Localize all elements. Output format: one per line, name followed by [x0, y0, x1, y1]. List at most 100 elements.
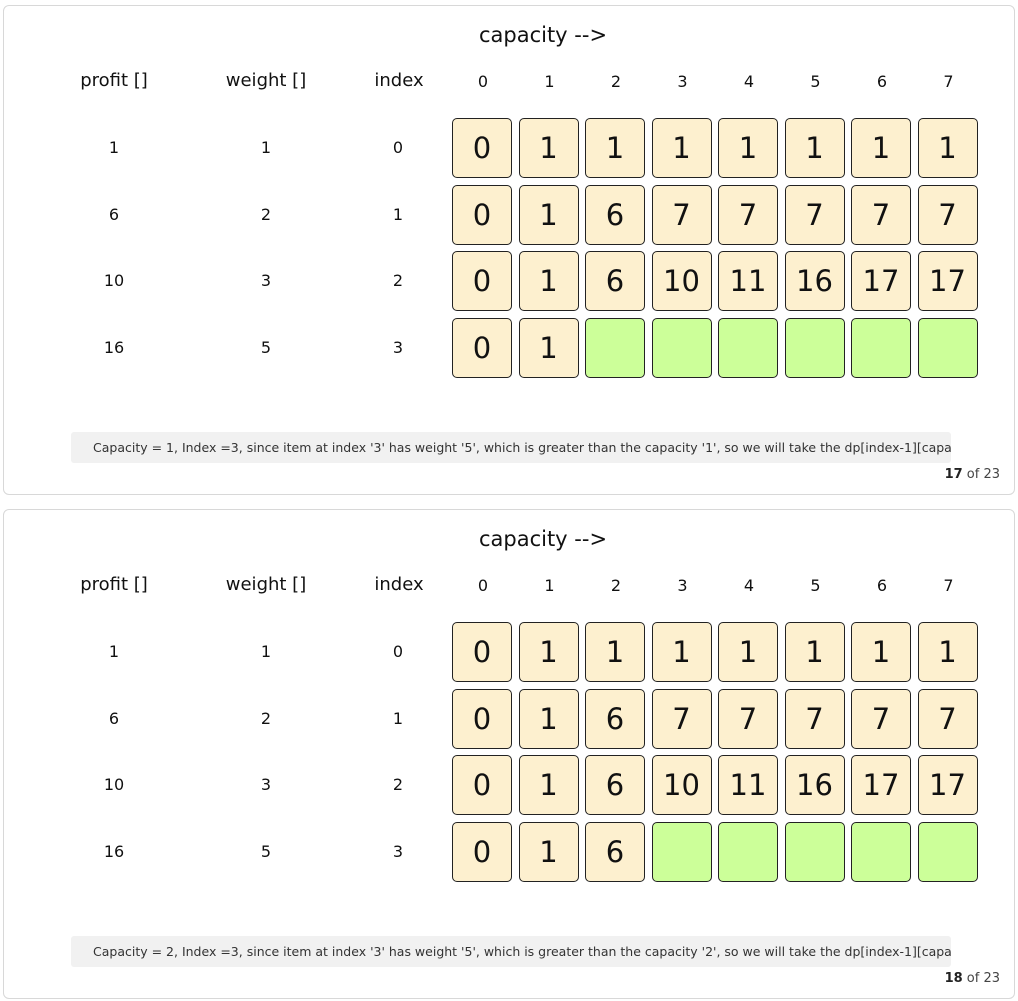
slide-18: capacity --> profit [] weight [] index 0 1 2 3 4… [3, 509, 1015, 999]
dp-cell: 1 [651, 118, 712, 178]
dp-cell: 7 [851, 688, 911, 749]
dp-cell: 0 [452, 118, 512, 178]
index-value: 3 [392, 337, 404, 357]
dp-cell: 7 [784, 688, 845, 749]
weight-value: 2 [260, 708, 272, 728]
dp-cell: 1 [585, 118, 645, 178]
index-value: 1 [392, 204, 404, 224]
dp-cell: 1 [851, 622, 911, 682]
index-value: 2 [392, 775, 404, 794]
dp-cell [917, 317, 978, 378]
capacity-number: 2 [610, 72, 622, 91]
dp-cell: 6 [585, 688, 645, 749]
weight-value: 5 [260, 841, 272, 861]
dp-cell: 17 [917, 755, 978, 815]
index-header: index [374, 70, 424, 91]
dp-cell: 6 [585, 755, 645, 815]
index-value: 1 [392, 708, 404, 728]
index-value: 2 [392, 271, 404, 290]
dp-cell: 10 [651, 755, 712, 815]
dp-cell: 0 [452, 251, 512, 311]
slide-counter: 17 of 23 [945, 467, 1000, 482]
dp-cell: 7 [651, 688, 712, 749]
capacity-number: 3 [677, 72, 688, 91]
current-slide-number: 18 [944, 971, 963, 986]
dp-cell: 1 [917, 622, 978, 682]
dp-cell: 1 [917, 118, 978, 178]
profit-value: 6 [108, 204, 120, 224]
dp-cell: 0 [452, 184, 512, 245]
dp-cell: 1 [518, 317, 579, 378]
index-value: 0 [392, 138, 404, 157]
dp-cell: 17 [851, 755, 911, 815]
dp-cell: 6 [585, 821, 645, 882]
capacity-number: 5 [810, 72, 821, 91]
weight-value: 1 [260, 138, 272, 157]
dp-cell: 1 [518, 688, 579, 749]
profit-value: 10 [103, 775, 125, 794]
profit-value: 10 [103, 271, 125, 290]
dp-cell: 1 [651, 622, 712, 682]
dp-cell: 6 [585, 251, 645, 311]
dp-cell: 7 [851, 184, 911, 245]
dp-cell [851, 821, 911, 882]
dp-cell: 1 [718, 622, 778, 682]
dp-cell: 0 [452, 317, 512, 378]
profit-value: 1 [108, 642, 120, 661]
dp-cell: 1 [518, 251, 579, 311]
dp-cell: 17 [917, 251, 978, 311]
dp-cell [718, 317, 778, 378]
total-slides: of 23 [962, 467, 1000, 482]
capacity-number: 2 [610, 576, 622, 595]
profit-value: 6 [108, 708, 120, 728]
profit-value: 1 [108, 138, 120, 157]
capacity-number: 0 [477, 72, 489, 91]
dp-cell [718, 821, 778, 882]
capacity-number: 6 [876, 72, 888, 91]
dp-cell: 1 [518, 622, 579, 682]
dp-cell [917, 821, 978, 882]
capacity-number: 1 [544, 576, 555, 595]
capacity-number: 6 [876, 576, 888, 595]
capacity-title: capacity --> [478, 527, 608, 551]
dp-cell: 1 [784, 622, 845, 682]
dp-cell: 1 [784, 118, 845, 178]
dp-cell: 7 [917, 688, 978, 749]
weight-value: 3 [260, 775, 272, 794]
index-value: 0 [392, 642, 404, 661]
capacity-number: 0 [477, 576, 489, 595]
capacity-number: 7 [943, 576, 954, 595]
dp-cell: 1 [518, 755, 579, 815]
dp-cell: 1 [851, 118, 911, 178]
capacity-number: 7 [943, 72, 954, 91]
dp-cell: 0 [452, 622, 512, 682]
dp-cell: 7 [718, 688, 778, 749]
dp-cell: 0 [452, 755, 512, 815]
capacity-title: capacity --> [478, 23, 608, 47]
dp-cell [585, 317, 645, 378]
dp-cell [784, 821, 845, 882]
dp-cell: 1 [718, 118, 778, 178]
dp-cell: 7 [917, 184, 978, 245]
capacity-number: 4 [743, 72, 755, 91]
capacity-number: 4 [743, 576, 755, 595]
profit-value: 16 [103, 841, 125, 861]
dp-cell: 1 [518, 184, 579, 245]
dp-cell [851, 317, 911, 378]
weight-header: weight [] [225, 70, 307, 91]
dp-cell: 0 [452, 688, 512, 749]
capacity-number: 3 [677, 576, 688, 595]
dp-cell: 0 [452, 821, 512, 882]
profit-value: 16 [103, 337, 125, 357]
dp-cell [651, 317, 712, 378]
dp-cell: 16 [784, 251, 845, 311]
weight-value: 5 [260, 337, 272, 357]
profit-header: profit [] [80, 70, 148, 91]
index-value: 3 [392, 841, 404, 861]
weight-header: weight [] [225, 574, 307, 595]
weight-value: 2 [260, 204, 272, 224]
weight-value: 1 [260, 642, 272, 661]
dp-cell: 6 [585, 184, 645, 245]
dp-cell: 10 [651, 251, 712, 311]
dp-cell: 1 [518, 118, 579, 178]
